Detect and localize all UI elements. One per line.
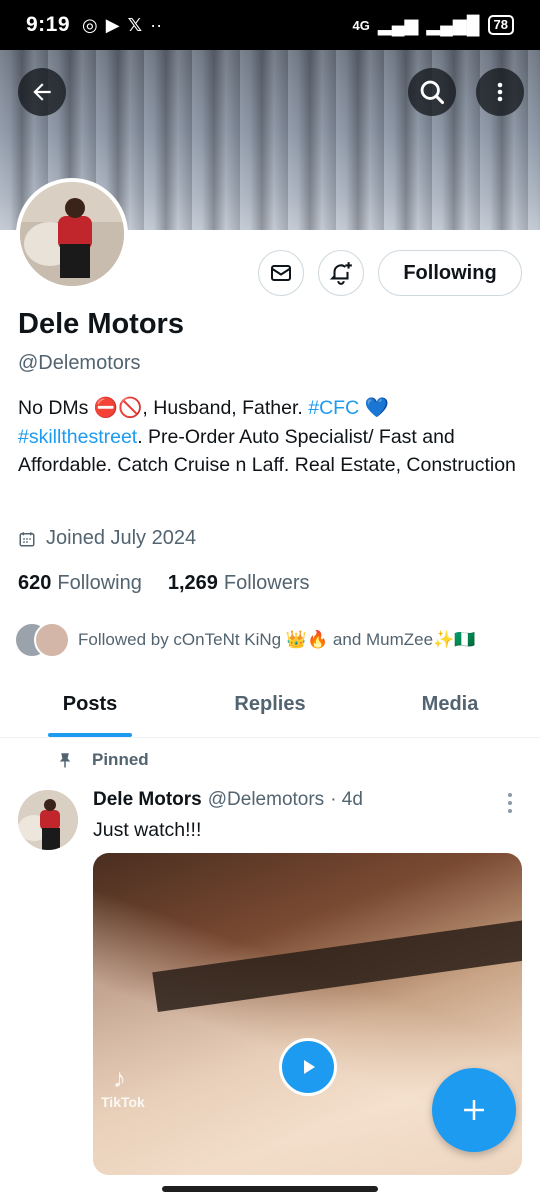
mail-icon — [271, 265, 291, 281]
followed-by-text: Followed by cOnTeNt KiNg 👑🔥 and MumZee✨🇳… — [78, 630, 476, 649]
following-stat[interactable]: 620 Following — [18, 572, 142, 595]
more-options-button[interactable] — [476, 68, 524, 116]
profile-bio: No DMs ⛔🚫, Husband, Father. #CFC 💙 #skil… — [18, 394, 518, 480]
back-button[interactable] — [18, 68, 66, 116]
network-label: 4G — [352, 17, 370, 33]
post-text: Just watch!!! — [93, 819, 202, 841]
post-author-name[interactable]: Dele Motors — [93, 789, 202, 811]
joined-date: Joined July 2024 — [18, 527, 196, 550]
profile-display-name: Dele Motors — [18, 308, 184, 340]
profile-avatar[interactable] — [16, 178, 128, 290]
more-vertical-icon — [497, 82, 503, 102]
whatsapp-icon: ◎ — [82, 15, 98, 35]
notifications-button[interactable] — [318, 250, 364, 296]
pinned-indicator: Pinned — [56, 750, 149, 770]
joined-text: Joined July 2024 — [46, 527, 197, 549]
compose-plus-icon — [464, 1100, 484, 1120]
profile-stats: 620 Following 1,269 Followers — [18, 572, 310, 595]
avatar-photo — [20, 182, 124, 286]
hashtag-link-skillthestreet[interactable]: #skillthestreet — [18, 426, 137, 448]
youtube-icon: ▶ — [105, 15, 120, 35]
message-button[interactable] — [258, 250, 304, 296]
x-icon: 𝕏 — [127, 15, 143, 35]
avatar — [34, 622, 70, 658]
tab-replies[interactable]: Replies — [180, 672, 360, 737]
home-indicator[interactable] — [162, 1186, 378, 1192]
tiktok-label: TikTok — [101, 1094, 145, 1110]
status-bar: 9:19 ◎ ▶ 𝕏 ·· 4G ▂▄▆ ▂▄▆█ 78 — [0, 0, 540, 50]
tab-posts[interactable]: Posts — [0, 672, 180, 737]
back-arrow-icon — [33, 83, 51, 101]
play-button[interactable] — [279, 1038, 337, 1096]
post-header: Dele Motors @Delemotors · 4d — [93, 789, 363, 811]
tiktok-icon: ♪ — [113, 1063, 126, 1093]
tab-media[interactable]: Media — [360, 672, 540, 737]
bell-plus-icon — [329, 262, 352, 285]
signal-2-icon: ▂▄▆█ — [426, 15, 480, 35]
search-icon — [420, 80, 445, 105]
more-notifications-icon: ·· — [150, 15, 163, 35]
followers-stat[interactable]: 1,269 Followers — [168, 572, 310, 595]
followed-by[interactable]: Followed by cOnTeNt KiNg 👑🔥 and MumZee✨🇳… — [14, 621, 475, 659]
post-more-button[interactable] — [500, 792, 520, 814]
battery-indicator: 78 — [487, 15, 514, 35]
post-avatar-photo — [18, 790, 78, 850]
signal-icon: ▂▄▆ — [377, 15, 419, 35]
bio-text: No DMs ⛔🚫, Husband, Father. — [18, 397, 309, 419]
post-author-handle[interactable]: @Delemotors — [208, 789, 324, 811]
profile-tabs: Posts Replies Media — [0, 672, 540, 738]
play-icon — [304, 1060, 315, 1074]
post-time: · 4d — [330, 789, 363, 810]
calendar-icon — [19, 531, 35, 546]
post-author-avatar[interactable] — [18, 790, 78, 850]
status-time: 9:19 — [26, 13, 71, 36]
followed-by-avatars — [14, 621, 72, 659]
pinned-label: Pinned — [92, 750, 149, 769]
followers-count: 1,269 — [167, 572, 218, 594]
bio-text: 💙 — [359, 397, 389, 419]
tiktok-watermark: ♪ TikTok — [101, 1063, 145, 1110]
following-button[interactable]: Following — [378, 250, 522, 296]
compose-button[interactable] — [432, 1068, 516, 1152]
profile-handle: @Delemotors — [18, 352, 141, 374]
hashtag-link-cfc[interactable]: #CFC — [308, 397, 359, 419]
search-button[interactable] — [408, 68, 456, 116]
following-label: Following — [57, 572, 142, 594]
followers-label: Followers — [223, 572, 310, 594]
more-vertical-icon — [508, 793, 512, 813]
following-count: 620 — [18, 572, 52, 594]
pin-icon — [59, 753, 71, 768]
